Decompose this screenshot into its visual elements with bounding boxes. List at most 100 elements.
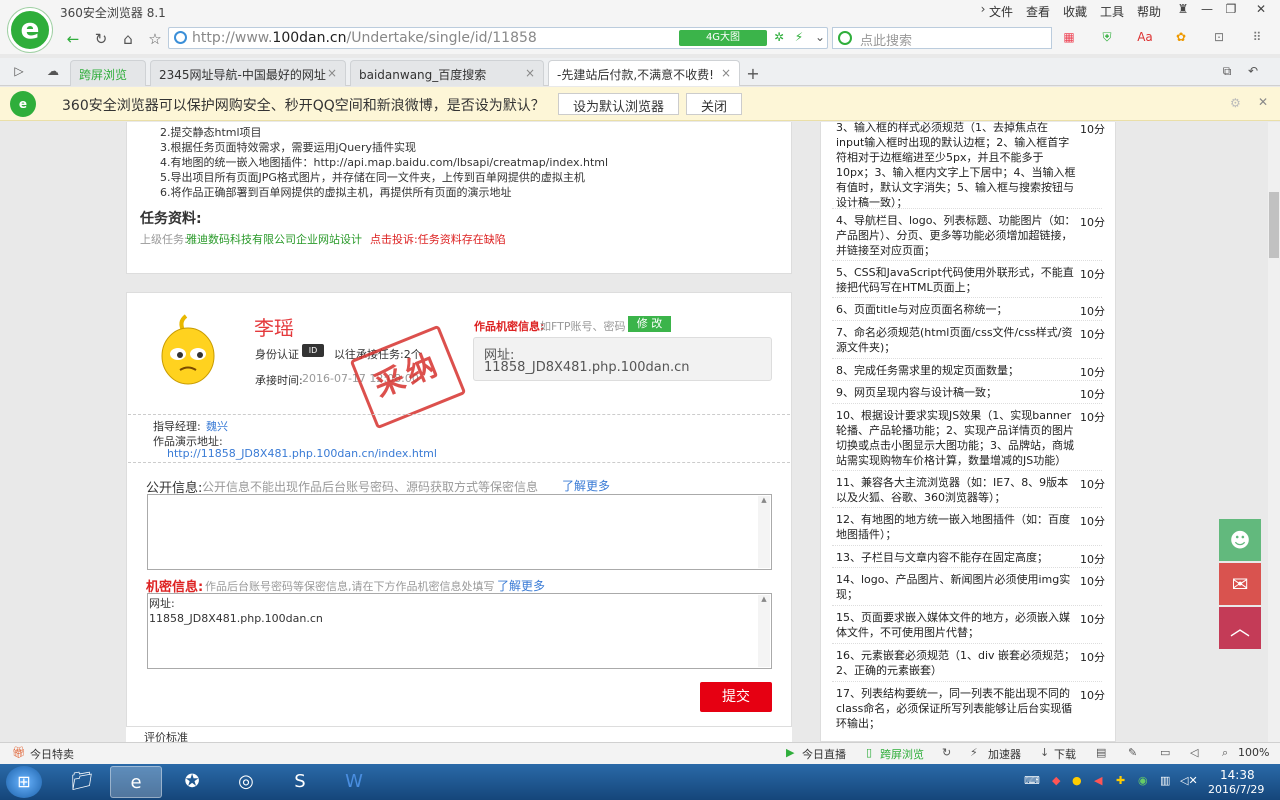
restore-icon[interactable]: ❐ bbox=[1220, 2, 1242, 20]
textarea-scrollbar[interactable]: ▲ bbox=[758, 496, 770, 568]
zoom-icon[interactable]: ⌕ bbox=[1222, 746, 1228, 760]
clock-time[interactable]: 14:38 bbox=[1220, 768, 1255, 782]
notice-text: 360安全浏览器可以保护网购安全、秒开QQ空间和新浪微博，是否设为默认？ bbox=[62, 98, 545, 114]
tray-icon[interactable]: ◀ bbox=[1094, 774, 1102, 787]
tab-label: -先建站后付款,不满意不收费! bbox=[557, 68, 714, 82]
menu-favorites[interactable]: 收藏 bbox=[1063, 3, 1087, 20]
requirement-text: 15、页面要求嵌入媒体文件的地方，必须嵌入媒体文件，不可使用图片代替； bbox=[836, 611, 1070, 639]
status-cross-screen[interactable]: 跨屏浏览 bbox=[880, 746, 924, 762]
edit-icon[interactable]: ✎ bbox=[1128, 746, 1137, 759]
learn-more-link[interactable]: 了解更多 bbox=[562, 477, 610, 494]
id-card-icon: ID bbox=[302, 344, 324, 357]
gear-icon[interactable]: ✲ bbox=[770, 30, 788, 46]
translate-icon[interactable]: Aa bbox=[1136, 30, 1154, 46]
tab-close-icon[interactable]: × bbox=[327, 66, 337, 80]
new-tab-icon[interactable]: + bbox=[744, 64, 762, 83]
demo-url-link[interactable]: http://11858_JD8X481.php.100dan.cn/index… bbox=[167, 447, 437, 460]
zoom-level[interactable]: 100% bbox=[1238, 746, 1269, 759]
lightning-icon[interactable]: ⚡ bbox=[790, 30, 808, 46]
clock-date[interactable]: 2016/7/29 bbox=[1208, 783, 1264, 796]
hd-badge[interactable]: 4G大图 bbox=[679, 30, 767, 46]
globe-icon bbox=[174, 31, 187, 44]
tray-icon[interactable]: ◆ bbox=[1052, 774, 1060, 787]
set-default-button[interactable]: 设为默认浏览器 bbox=[558, 93, 680, 115]
complaint-link[interactable]: 点击投诉:任务资料存在缺陷 bbox=[370, 231, 506, 247]
browser-taskbar-icon[interactable]: e bbox=[110, 766, 162, 798]
refresh-status-icon[interactable]: ↻ bbox=[942, 746, 951, 759]
notice-close-icon[interactable]: ✕ bbox=[1258, 95, 1268, 109]
live-icon[interactable]: ▶ bbox=[786, 746, 794, 759]
url-text[interactable]: http://www.100dan.cn/Undertake/single/id… bbox=[192, 30, 537, 46]
app-icon[interactable]: ◎ bbox=[220, 766, 272, 798]
sidebar-toggle-icon[interactable]: ▷ bbox=[10, 64, 28, 80]
coupon-icon[interactable]: ✿ bbox=[1172, 30, 1190, 46]
chevron-right-icon[interactable]: › bbox=[972, 2, 994, 20]
cloud-icon[interactable]: ☁ bbox=[44, 64, 62, 80]
close-notice-button[interactable]: 关闭 bbox=[686, 93, 743, 115]
public-info-textarea[interactable] bbox=[147, 494, 772, 570]
gift-icon[interactable]: 🎁︎ bbox=[12, 746, 26, 759]
download-icon[interactable]: ↓ bbox=[1040, 746, 1049, 759]
accelerator-icon[interactable]: ⚡ bbox=[970, 746, 978, 759]
tab-active[interactable]: -先建站后付款,不满意不收费! × bbox=[548, 60, 740, 86]
parent-task-link[interactable]: 雅迪数码科技有限公司企业网站设计 bbox=[186, 231, 362, 247]
keyboard-icon[interactable]: ⌨ bbox=[1024, 774, 1040, 787]
tab-close-icon[interactable]: × bbox=[721, 66, 731, 80]
minimize-icon[interactable]: — bbox=[1196, 2, 1218, 20]
bookmark-icon[interactable]: ▤ bbox=[1096, 746, 1106, 759]
menu-tools[interactable]: 工具 bbox=[1100, 3, 1124, 20]
menu-grid-icon[interactable]: ⠿ bbox=[1248, 30, 1266, 46]
network-icon[interactable]: ▥ bbox=[1160, 774, 1170, 787]
tab-2345[interactable]: 2345网址导航-中国最好的网址 × bbox=[150, 60, 346, 86]
file-explorer-icon[interactable]: 📁︎ bbox=[56, 766, 108, 798]
menu-help[interactable]: 帮助 bbox=[1137, 3, 1161, 20]
star-icon[interactable]: ☆ bbox=[144, 28, 166, 50]
tray-icon[interactable]: ✚ bbox=[1116, 774, 1125, 787]
message-icon[interactable]: ✉ bbox=[1219, 563, 1261, 605]
tray-icon[interactable]: ● bbox=[1072, 774, 1082, 787]
start-button[interactable]: ⊞ bbox=[6, 766, 42, 798]
edit-button[interactable]: 修 改 bbox=[628, 316, 671, 332]
refresh-icon[interactable]: ↻ bbox=[90, 28, 112, 50]
daily-deals-link[interactable]: 今日特卖 bbox=[30, 746, 74, 762]
task-step: 2.提交静态html项目 bbox=[160, 126, 262, 139]
textarea-scrollbar[interactable]: ▲ bbox=[758, 595, 770, 667]
shield-icon[interactable]: ⛨ bbox=[1098, 30, 1116, 46]
status-download[interactable]: 下载 bbox=[1054, 746, 1076, 762]
tab-cross-screen[interactable]: 跨屏浏览 bbox=[70, 60, 146, 86]
sogou-icon[interactable]: S bbox=[274, 766, 326, 798]
qq-chat-icon[interactable]: ☻ bbox=[1219, 519, 1261, 561]
browser-logo-icon[interactable]: e bbox=[8, 8, 52, 52]
status-accelerator[interactable]: 加速器 bbox=[988, 746, 1021, 762]
menu-view[interactable]: 查看 bbox=[1026, 3, 1050, 20]
undo-icon[interactable]: ↶ bbox=[1244, 64, 1262, 80]
settings-icon[interactable]: ⚙ bbox=[1230, 96, 1241, 110]
window-icon[interactable]: ▭ bbox=[1160, 746, 1170, 759]
tab-list-icon[interactable]: ⧉ bbox=[1218, 64, 1236, 80]
tab-close-icon[interactable]: × bbox=[525, 66, 535, 80]
manager-link[interactable]: 魏兴 bbox=[206, 418, 228, 434]
screenshot-icon[interactable]: ⊡ bbox=[1210, 30, 1228, 46]
sound-icon[interactable]: ◁ bbox=[1190, 746, 1198, 759]
back-to-top-icon[interactable]: ︿ bbox=[1219, 607, 1261, 649]
word-icon[interactable]: W bbox=[328, 766, 380, 798]
close-icon[interactable]: ✕ bbox=[1250, 2, 1272, 20]
home-icon[interactable]: ⌂ bbox=[117, 28, 139, 50]
submit-button[interactable]: 提交 bbox=[700, 682, 772, 712]
next-section-title: 评价标准 bbox=[144, 731, 188, 742]
apps-icon[interactable]: ▦ bbox=[1060, 30, 1078, 46]
qq-icon[interactable]: ✪ bbox=[166, 766, 218, 798]
requirement-text: 16、元素嵌套必须规范（1、div 嵌套必须规范；2、正确的元素嵌套） bbox=[836, 649, 1076, 677]
volume-icon[interactable]: ◁✕ bbox=[1180, 774, 1198, 787]
learn-more-link-2[interactable]: 了解更多 bbox=[497, 577, 545, 594]
scrollbar-thumb[interactable] bbox=[1269, 192, 1279, 258]
tray-icon[interactable]: ◉ bbox=[1138, 774, 1148, 787]
tab-baidu[interactable]: baidanwang_百度搜索 × bbox=[350, 60, 544, 86]
status-live[interactable]: 今日直播 bbox=[802, 746, 846, 762]
requirement-divider bbox=[832, 358, 1102, 359]
chevron-down-icon[interactable]: ⌄ bbox=[811, 30, 829, 46]
cross-screen-icon[interactable]: ▯ bbox=[866, 746, 872, 759]
back-icon[interactable]: ← bbox=[62, 28, 84, 50]
skin-icon[interactable]: ♜ bbox=[1172, 2, 1194, 20]
accept-time-label: 承接时间: bbox=[255, 374, 303, 387]
